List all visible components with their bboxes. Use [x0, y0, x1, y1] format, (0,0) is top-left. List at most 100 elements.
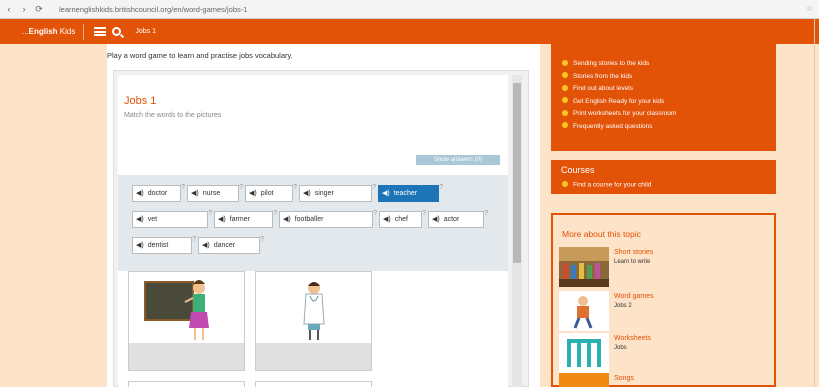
- bullet-icon: [562, 122, 568, 128]
- picture-card-teacher[interactable]: [128, 271, 245, 371]
- show-answers-button[interactable]: Show answers (0): [416, 155, 500, 165]
- bullet-icon: [562, 97, 568, 103]
- topic-subtitle: Learn to write: [614, 259, 651, 265]
- help-links-list: Sending stories to the kids Stories from…: [551, 44, 776, 133]
- topic-item[interactable]: Songs: [559, 373, 769, 387]
- speaker-icon[interactable]: ◀): [303, 190, 311, 197]
- forward-icon[interactable]: ›: [18, 4, 30, 14]
- help-link[interactable]: Print worksheets for your classroom: [562, 108, 776, 121]
- help-icon: ?: [260, 236, 264, 243]
- scroll-thumb[interactable]: [513, 83, 521, 263]
- bullet-icon: [562, 59, 568, 66]
- bookmark-icon[interactable]: ☆: [806, 4, 813, 13]
- window-edge: [814, 19, 815, 387]
- word-tile[interactable]: ◀) farmer?: [214, 210, 277, 228]
- speaker-icon[interactable]: ◀): [432, 216, 440, 223]
- speaker-icon[interactable]: ◀): [136, 242, 144, 249]
- topic-item[interactable]: Worksheets Jobs: [559, 333, 769, 373]
- drop-zone[interactable]: [256, 343, 371, 370]
- topic-thumbnail: [559, 373, 609, 387]
- topic-thumbnail: [559, 247, 609, 287]
- speaker-icon[interactable]: ◀): [283, 216, 291, 223]
- help-links-box: Sending stories to the kids Stories from…: [551, 44, 776, 151]
- browser-toolbar: ‹ › ⟳ learnenglishkids.britishcouncil.or…: [0, 0, 819, 19]
- help-icon: ?: [484, 210, 488, 217]
- word-tile[interactable]: ◀) singer?: [299, 184, 376, 202]
- page-instruction: Play a word game to learn and practise j…: [107, 51, 293, 60]
- address-bar[interactable]: learnenglishkids.britishcouncil.org/en/w…: [59, 5, 419, 14]
- topic-subtitle: Jobs 2: [614, 303, 632, 309]
- help-link[interactable]: Find out about levels: [562, 83, 776, 96]
- help-icon: ?: [439, 184, 443, 191]
- speaker-icon[interactable]: ◀): [136, 190, 144, 197]
- word-tile[interactable]: ◀) footballer?: [279, 210, 377, 228]
- back-icon[interactable]: ‹: [3, 4, 15, 14]
- speaker-icon[interactable]: ◀): [382, 190, 390, 197]
- menu-icon[interactable]: [94, 27, 107, 36]
- site-logo[interactable]: ...English Kids: [22, 27, 75, 36]
- teacher-illustration: [144, 280, 209, 340]
- topic-item[interactable]: Short stories Learn to write: [559, 247, 769, 287]
- word-bank: ◀) doctor? ◀) nurse? ◀) pilot? ◀) singer? ◀)…: [118, 175, 508, 271]
- drop-zone[interactable]: [129, 343, 244, 370]
- help-icon: ?: [192, 236, 196, 243]
- topic-title[interactable]: Short stories: [614, 249, 653, 256]
- activity-scrollbar[interactable]: [512, 75, 522, 387]
- word-tile[interactable]: ◀) dancer?: [198, 236, 264, 254]
- speaker-icon[interactable]: ◀): [218, 216, 226, 223]
- word-tile-selected[interactable]: ◀) teacher?: [378, 184, 443, 202]
- related-topics-box: More about this topic Short stories Lear…: [551, 213, 776, 387]
- help-icon: ?: [181, 184, 185, 191]
- picture-card-doctor[interactable]: [255, 271, 372, 371]
- help-link[interactable]: Sending stories to the kids: [562, 58, 776, 71]
- word-tile[interactable]: ◀) doctor?: [132, 184, 185, 202]
- courses-heading: Courses: [561, 165, 595, 175]
- activity-title: Jobs 1: [124, 95, 157, 107]
- picture-card[interactable]: [255, 381, 372, 387]
- main-content: Play a word game to learn and practise j…: [107, 44, 540, 387]
- help-icon: ?: [293, 184, 297, 191]
- help-link[interactable]: Frequently asked questions: [562, 121, 776, 134]
- help-icon: ?: [208, 210, 212, 217]
- topic-title[interactable]: Word games: [614, 293, 654, 300]
- bullet-icon: [562, 84, 568, 91]
- help-icon: ?: [273, 210, 277, 217]
- page-margin: [776, 44, 819, 387]
- activity-subtitle: Match the words to the pictures: [124, 112, 222, 119]
- bullet-icon: [562, 181, 568, 187]
- picture-area: [118, 271, 508, 387]
- word-tile[interactable]: ◀) dentist?: [132, 236, 196, 254]
- help-icon: ?: [239, 184, 243, 191]
- topic-subtitle: Jobs: [614, 345, 627, 351]
- topic-thumbnail: [559, 333, 609, 373]
- courses-link[interactable]: Find a course for your child: [562, 181, 651, 189]
- speaker-icon[interactable]: ◀): [191, 190, 199, 197]
- speaker-icon[interactable]: ◀): [249, 190, 257, 197]
- header-link[interactable]: Jobs 1: [135, 28, 156, 35]
- picture-card[interactable]: [128, 381, 245, 387]
- courses-box: Courses Find a course for your child: [551, 160, 776, 194]
- word-tile[interactable]: ◀) nurse?: [187, 184, 243, 202]
- speaker-icon[interactable]: ◀): [383, 216, 391, 223]
- speaker-icon[interactable]: ◀): [136, 216, 144, 223]
- search-icon[interactable]: [112, 27, 122, 36]
- topic-thumbnail: [559, 291, 609, 331]
- help-link[interactable]: Stories from the kids: [562, 71, 776, 84]
- activity-header: Jobs 1 Match the words to the pictures S…: [118, 75, 508, 175]
- help-icon: ?: [373, 210, 377, 217]
- help-icon: ?: [372, 184, 376, 191]
- bullet-icon: [562, 109, 568, 116]
- reload-icon[interactable]: ⟳: [33, 4, 45, 15]
- sidebar: Sending stories to the kids Stories from…: [551, 44, 776, 387]
- topic-title[interactable]: Songs: [614, 375, 634, 382]
- help-icon: ?: [422, 210, 426, 217]
- speaker-icon[interactable]: ◀): [202, 242, 210, 249]
- header-divider: [83, 23, 85, 40]
- topic-title[interactable]: Worksheets: [614, 335, 651, 342]
- word-tile[interactable]: ◀) chef?: [379, 210, 426, 228]
- word-tile[interactable]: ◀) actor?: [428, 210, 488, 228]
- help-link[interactable]: Get English Ready for your kids: [562, 96, 776, 109]
- word-tile[interactable]: ◀) vet?: [132, 210, 212, 228]
- word-tile[interactable]: ◀) pilot?: [245, 184, 297, 202]
- topic-item[interactable]: Word games Jobs 2: [559, 291, 769, 331]
